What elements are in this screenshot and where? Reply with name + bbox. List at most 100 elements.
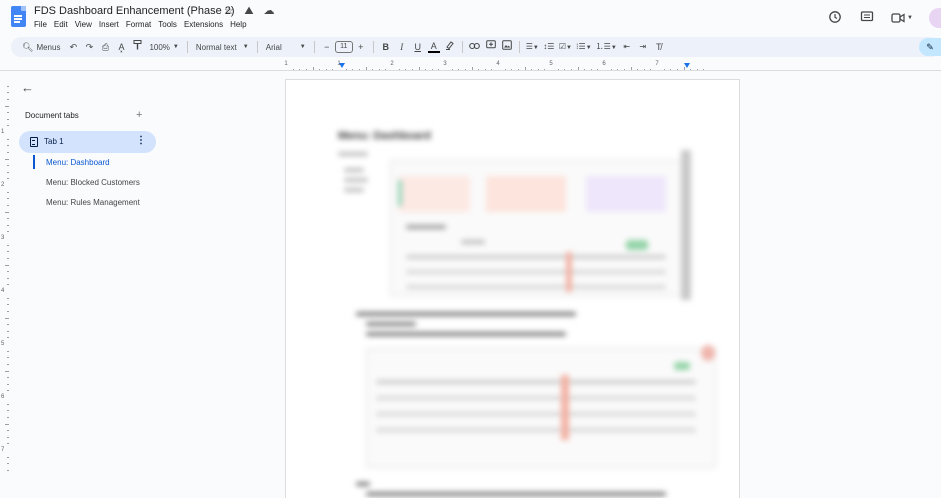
more-options-icon[interactable]: ⋮ <box>136 135 146 146</box>
ruler-number: 5 <box>549 61 553 67</box>
formatting-toolbar: 🔍︎ Menus ↶ ↷ ⎙ A͓ 100% ▼ Normal text ▼ A… <box>11 37 941 57</box>
search-menus-button[interactable]: 🔍︎ Menus <box>17 40 65 54</box>
ruler-number: 2 <box>390 61 394 67</box>
document-tabs-header: Document tabs <box>25 111 79 120</box>
ruler-tick <box>7 416 9 418</box>
document-title[interactable]: FDS Dashboard Enhancement (Phase 2) <box>34 5 235 17</box>
meet-button[interactable]: ▼ <box>891 12 913 24</box>
ruler-tick <box>7 244 9 246</box>
increase-font-size-button[interactable]: + <box>355 40 367 54</box>
outline-item-dashboard[interactable]: Menu: Dashboard <box>46 158 110 167</box>
ruler-number: 1 <box>1 129 5 135</box>
right-indent-marker[interactable] <box>684 63 690 68</box>
version-history-icon[interactable] <box>827 10 843 26</box>
menu-tools[interactable]: Tools <box>158 20 177 30</box>
insert-link-icon[interactable] <box>469 40 481 54</box>
ruler-tick <box>7 310 9 312</box>
ruler-tick <box>7 330 9 332</box>
clear-formatting-icon[interactable]: T̸ <box>653 40 665 54</box>
star-icon[interactable]: ☆ <box>222 4 236 18</box>
text-color-icon[interactable]: A <box>427 41 440 53</box>
insert-image-icon[interactable] <box>501 40 513 54</box>
docs-logo-icon[interactable] <box>11 6 26 27</box>
back-arrow-icon[interactable]: ← <box>21 80 34 95</box>
ruler-tick <box>7 92 9 94</box>
ruler-tick <box>7 151 9 153</box>
divider <box>461 41 463 53</box>
ruler-tick <box>7 98 9 100</box>
print-icon[interactable]: ⎙ <box>99 40 111 54</box>
left-indent-marker[interactable] <box>339 63 345 68</box>
ruler-tick <box>7 357 9 359</box>
ruler-tick <box>7 377 9 379</box>
underline-icon[interactable]: U <box>412 40 424 54</box>
header-right-actions: ▼ <box>827 8 941 28</box>
chevron-down-icon: ▼ <box>242 44 249 50</box>
outline-item-blocked-customers[interactable]: Menu: Blocked Customers <box>46 178 140 187</box>
numbered-list-icon[interactable]: ⒈☰▼ <box>596 40 617 54</box>
title-actions: ☆ ⛰ ☁ <box>222 4 276 18</box>
bulleted-list-icon[interactable]: ⁝☰▼ <box>576 40 592 54</box>
ruler-tick <box>5 317 9 319</box>
document-page[interactable]: Menu: Dashboard <box>285 79 740 498</box>
menu-help[interactable]: Help <box>230 20 246 30</box>
ruler-tick <box>7 198 9 200</box>
ruler-tick <box>7 410 9 412</box>
menu-file[interactable]: File <box>34 20 47 30</box>
align-icon[interactable]: ☰▼ <box>526 40 539 54</box>
line-spacing-icon[interactable]: ↕☰ <box>543 40 555 54</box>
divider <box>518 41 520 53</box>
blurred-content: Menu: Dashboard <box>286 80 739 498</box>
ruler-number: 5 <box>1 341 5 347</box>
menu-format[interactable]: Format <box>126 20 151 30</box>
menu-view[interactable]: View <box>75 20 92 30</box>
add-tab-icon[interactable]: + <box>136 109 142 121</box>
paragraph-style-value: Normal text <box>195 42 237 52</box>
avatar[interactable] <box>929 8 941 28</box>
outline-item-rules-management[interactable]: Menu: Rules Management <box>46 198 140 207</box>
ruler-tick <box>5 211 9 213</box>
ruler-number: 6 <box>1 394 5 400</box>
ruler-tick <box>7 430 9 432</box>
search-menus-label: Menus <box>36 42 61 52</box>
zoom-select[interactable]: 100% ▼ <box>145 43 182 52</box>
editing-mode-button[interactable]: ✎ <box>919 38 941 56</box>
font-size-input[interactable]: 11 <box>334 41 353 53</box>
redo-icon[interactable]: ↷ <box>83 40 95 54</box>
font-select[interactable]: Arial ▼ <box>262 43 310 52</box>
checklist-icon[interactable]: ☑▼ <box>559 40 572 54</box>
increase-indent-icon[interactable]: ⇥ <box>637 40 649 54</box>
highlight-color-icon[interactable] <box>444 40 456 54</box>
ruler-tick <box>7 297 9 299</box>
ruler-number: 3 <box>1 235 5 241</box>
ruler-tick <box>7 85 9 87</box>
ruler-tick <box>7 204 9 206</box>
cloud-saved-icon[interactable]: ☁ <box>262 4 276 18</box>
decrease-font-size-button[interactable]: − <box>321 40 333 54</box>
ruler-tick <box>7 165 9 167</box>
paragraph-style-select[interactable]: Normal text ▼ <box>192 43 253 52</box>
menu-insert[interactable]: Insert <box>99 20 119 30</box>
undo-icon[interactable]: ↶ <box>67 40 79 54</box>
ruler-divider <box>0 70 941 71</box>
bold-icon[interactable]: B <box>380 40 392 54</box>
vertical-ruler[interactable]: 1 2 3 4 5 6 7 <box>0 71 10 498</box>
ruler-tick <box>7 145 9 147</box>
comments-icon[interactable] <box>859 10 875 26</box>
ruler-number: 3 <box>443 61 447 67</box>
spellcheck-icon[interactable]: A͓ <box>115 40 127 54</box>
ruler-tick <box>7 456 9 458</box>
ruler-tick <box>7 390 9 392</box>
ruler-number: 7 <box>1 447 5 453</box>
menu-edit[interactable]: Edit <box>54 20 68 30</box>
italic-icon[interactable]: I <box>396 40 408 54</box>
paint-format-icon[interactable] <box>131 40 143 54</box>
ruler-tick <box>7 218 9 220</box>
move-to-folder-icon[interactable]: ⛰ <box>242 4 256 18</box>
add-comment-icon[interactable] <box>485 40 497 54</box>
tab-1[interactable]: Tab 1 ⋮ <box>19 131 156 153</box>
decrease-indent-icon[interactable]: ⇤ <box>621 40 633 54</box>
ruler-number: 4 <box>1 288 5 294</box>
menu-extensions[interactable]: Extensions <box>184 20 223 30</box>
ruler-tick <box>7 138 9 140</box>
